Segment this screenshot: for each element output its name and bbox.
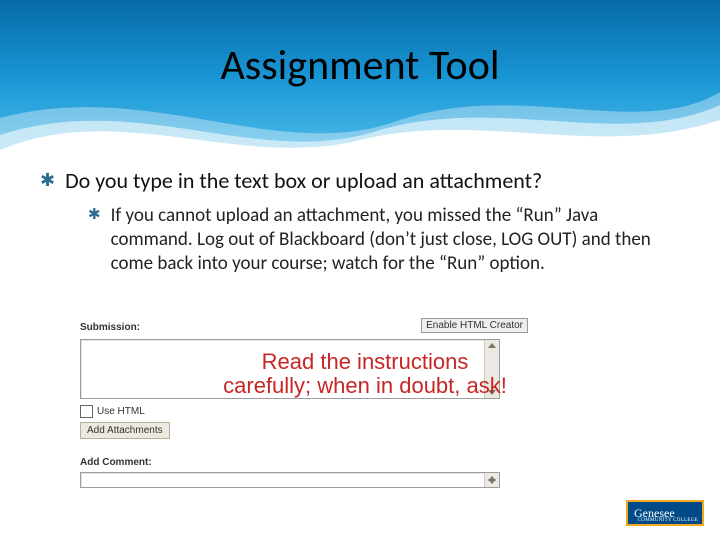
- genesee-logo: Genesee COMMUNITY COLLEGE: [626, 500, 704, 526]
- use-html-label: Use HTML: [97, 406, 145, 417]
- bullet-marker-icon: ✱: [40, 168, 55, 194]
- add-comment-label: Add Comment:: [80, 457, 528, 468]
- scrollbar[interactable]: [484, 340, 499, 398]
- add-attachments-button[interactable]: Add Attachments: [80, 422, 170, 439]
- bullet-marker-icon: ✱: [88, 204, 101, 275]
- scrollbar[interactable]: [484, 473, 499, 487]
- logo-subtext: COMMUNITY COLLEGE: [638, 518, 698, 523]
- use-html-row: Use HTML: [80, 405, 528, 418]
- slide-title: Assignment Tool: [0, 40, 720, 91]
- bullet-level-1: ✱ Do you type in the text box or upload …: [40, 168, 680, 194]
- slide-body: ✱ Do you type in the text box or upload …: [40, 168, 680, 276]
- embedded-screenshot: Submission: Enable HTML Creator Use HTML…: [80, 318, 528, 488]
- submission-textarea[interactable]: [80, 339, 500, 399]
- bullet-level-2: ✱ If you cannot upload an attachment, yo…: [88, 204, 680, 275]
- bullet-l1-text: Do you type in the text box or upload an…: [65, 168, 542, 194]
- enable-html-creator-button[interactable]: Enable HTML Creator: [421, 318, 528, 333]
- comment-textarea[interactable]: [80, 472, 500, 488]
- submission-label: Submission:: [80, 322, 140, 333]
- bullet-l2-text: If you cannot upload an attachment, you …: [111, 204, 680, 275]
- use-html-checkbox[interactable]: [80, 405, 93, 418]
